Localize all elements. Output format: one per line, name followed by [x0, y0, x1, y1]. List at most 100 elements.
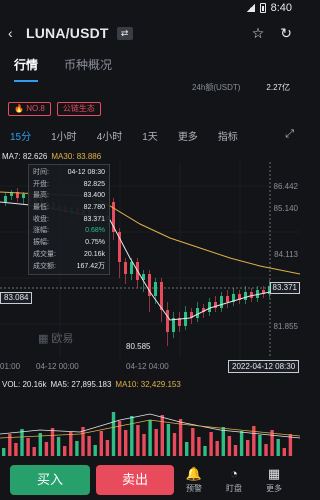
bottom-action-bar: 买入 卖出 🔔 预警 ◔ 盯盘 ▦ 更多 — [0, 460, 300, 500]
rank-tag[interactable]: 🔥 NO.8 — [8, 102, 51, 116]
volume-bar — [203, 446, 207, 456]
tab-coin-overview[interactable]: 币种概况 — [64, 56, 112, 78]
volume-bar — [209, 432, 213, 456]
sell-button[interactable]: 卖出 — [96, 465, 174, 495]
volume-bar — [264, 444, 268, 456]
tab-market[interactable]: 行情 — [14, 56, 39, 82]
swap-pair-icon[interactable]: ⇄ — [116, 26, 133, 40]
volume-bar — [44, 442, 49, 456]
volume-bar — [221, 427, 225, 456]
buy-button[interactable]: 买入 — [10, 465, 90, 495]
pulse-icon: ◔ — [230, 466, 238, 481]
volume-bar — [14, 443, 18, 456]
interval-15m[interactable]: 15分 — [10, 128, 31, 143]
volume-chart[interactable] — [0, 390, 301, 456]
candle-tooltip: 时间: 04-12 08:30 开盘: 82.825 最高: 83.400 最低: 82… — [28, 164, 110, 276]
candle-body — [226, 296, 229, 302]
volume-bar — [239, 431, 244, 456]
volume-bar — [32, 447, 36, 456]
vol-ma10: MA10: 32,429.153 — [115, 380, 181, 389]
volume-bar — [99, 431, 103, 456]
interval-more[interactable]: 更多 — [178, 128, 198, 143]
volume-bar — [197, 437, 201, 456]
logo-icon: ▦ — [38, 332, 49, 345]
tooltip-row: 振幅: 0.75% — [33, 239, 105, 247]
ecosystem-tag[interactable]: 公链生态 — [56, 102, 101, 116]
volume-bar — [154, 429, 158, 456]
x-axis: 01:00 04-12 00:00 04-12 04:00 2022-04-12… — [0, 360, 300, 373]
tooltip-row: 最高: 83.400 — [33, 192, 105, 200]
candle-body — [196, 308, 199, 318]
x-label: 04-12 04:00 — [126, 362, 169, 371]
vol-value: VOL: 20.16k — [2, 380, 47, 389]
volume-ma-line: VOL: 20.16k MA5: 27,895.183 MA10: 32,429… — [2, 380, 181, 389]
volume-bar — [246, 440, 250, 456]
y-label: 84.113 — [274, 250, 298, 259]
volume-bar — [215, 441, 219, 456]
interval-4h[interactable]: 4小时 — [97, 128, 123, 143]
volume-bar — [252, 426, 256, 456]
volume-bar — [38, 433, 42, 456]
current-price-tag: 83.371 — [269, 282, 300, 294]
crosshair-time-tag: 2022-04-12 08:30 — [228, 360, 300, 373]
bell-icon: 🔔 — [185, 466, 203, 481]
volume-bar — [136, 425, 140, 456]
back-arrow-icon[interactable]: ‹ — [8, 25, 22, 41]
pair-title: LUNA/USDT — [26, 25, 109, 41]
crosshair-price-tag: 83.084 — [0, 292, 33, 304]
x-label: 01:00 — [0, 362, 21, 371]
tooltip-row: 涨幅: 0.68% — [33, 227, 105, 235]
ma30-value: MA30: 83.886 — [51, 152, 102, 161]
low-price-label: 80.585 — [126, 342, 151, 351]
volume-bar — [227, 436, 232, 456]
tooltip-row: 最低: 82.780 — [33, 204, 105, 212]
volume-bar — [276, 439, 280, 456]
indicator-button[interactable]: 指标 — [218, 128, 238, 143]
volume-bar — [124, 430, 128, 456]
fire-icon: 🔥 — [14, 104, 24, 113]
tooltip-row: 时间: 04-12 08:30 — [33, 169, 105, 176]
candle-body — [166, 310, 169, 332]
candle-body — [22, 194, 25, 198]
volume-bar — [26, 438, 30, 456]
tooltip-row: 成交量: 20.16k — [33, 250, 105, 258]
x-label: 04-12 00:00 — [36, 362, 79, 371]
volume-bar — [50, 428, 55, 456]
grid-icon: ▦ — [267, 466, 281, 481]
volume-bar — [56, 437, 61, 456]
volume-bar — [75, 441, 79, 456]
candle-body — [220, 296, 223, 308]
volume-bar — [20, 429, 24, 456]
tooltip-row: 收盘: 83.371 — [33, 215, 105, 223]
volume-24h-label: 24h额(USDT) — [191, 82, 241, 92]
volume-bar — [87, 436, 91, 456]
interval-1h[interactable]: 1小时 — [51, 128, 77, 143]
more-button[interactable]: ▦ 更多 — [254, 466, 294, 494]
volume-bar — [185, 442, 189, 456]
tag-row: 🔥 NO.8 公链生态 — [8, 102, 101, 116]
battery-icon — [259, 3, 266, 13]
status-bar: 8:40 — [0, 0, 300, 16]
y-axis: 86.442 85.140 84.113 81.855 — [268, 0, 298, 370]
interval-selector: 15分 1小时 4小时 1天 更多 指标 ⤢ — [0, 126, 300, 144]
tooltip-row: 开盘: 82.825 — [33, 180, 105, 188]
volume-bar — [69, 432, 73, 456]
volume-bar — [63, 446, 67, 456]
favorite-star-icon[interactable]: ☆ — [252, 25, 265, 42]
candle-body — [244, 292, 247, 300]
volume-bar — [142, 434, 146, 456]
watch-button[interactable]: ◔ 盯盘 — [214, 466, 254, 494]
volume-bar — [105, 440, 110, 456]
volume-bar — [282, 448, 286, 456]
y-label: 85.140 — [273, 204, 298, 213]
y-label: 81.855 — [273, 322, 298, 331]
tooltip-row: 成交额: 167.42万 — [33, 262, 105, 270]
signal-icon — [245, 4, 255, 12]
volume-bars — [2, 412, 293, 456]
alert-button[interactable]: 🔔 预警 — [174, 466, 214, 494]
ma-line: MA7: 82.626 MA30: 83.886 — [2, 152, 101, 161]
volume-bar — [148, 420, 152, 456]
candle-body — [208, 302, 211, 312]
candle-body — [154, 282, 157, 296]
interval-1d[interactable]: 1天 — [142, 128, 158, 143]
